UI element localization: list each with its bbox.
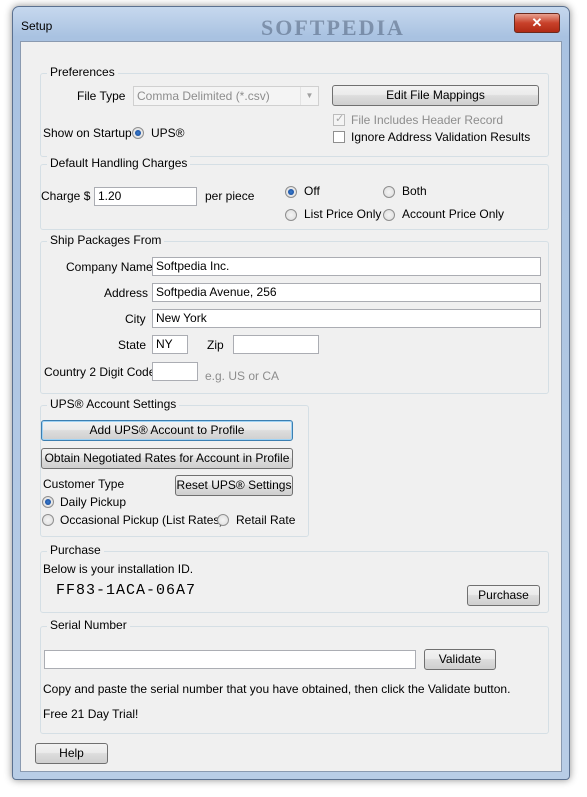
handling-charges-title: Default Handling Charges	[47, 156, 191, 170]
customer-type-label: Customer Type	[43, 477, 125, 491]
city-input[interactable]: New York	[152, 309, 541, 328]
add-ups-account-button[interactable]: Add UPS® Account to Profile	[41, 420, 293, 441]
country-code-hint: e.g. US or CA	[205, 369, 280, 383]
close-button[interactable]: ✕	[514, 13, 560, 33]
chevron-down-icon: ▼	[300, 87, 318, 105]
show-on-startup-label: Show on Startup	[43, 126, 132, 140]
daily-pickup-radio[interactable]	[42, 496, 54, 508]
ups-account-group: UPS® Account Settings Add UPS® Account t…	[40, 397, 309, 537]
setup-window: Setup SOFTPEDIA ✕ Preferences File Type …	[12, 6, 570, 780]
edit-file-mappings-button[interactable]: Edit File Mappings	[332, 85, 539, 106]
close-icon: ✕	[531, 15, 543, 30]
list-price-only-label: List Price Only	[304, 207, 382, 221]
installation-id: FF83-1ACA-06A7	[56, 582, 197, 599]
validate-button[interactable]: Validate	[424, 649, 496, 670]
free-trial-text: Free 21 Day Trial!	[43, 707, 139, 721]
preferences-title: Preferences	[47, 65, 118, 79]
title-bar[interactable]: Setup SOFTPEDIA ✕	[13, 7, 569, 41]
handling-both-radio[interactable]	[383, 186, 395, 198]
header-record-label: File Includes Header Record	[351, 113, 504, 127]
serial-number-title: Serial Number	[47, 618, 130, 632]
ups-account-title: UPS® Account Settings	[47, 397, 180, 411]
reset-ups-settings-button[interactable]: Reset UPS® Settings	[175, 475, 293, 496]
account-price-only-radio[interactable]	[383, 209, 395, 221]
list-price-only-radio[interactable]	[285, 209, 297, 221]
window-title: Setup	[21, 19, 53, 33]
city-label: City	[125, 312, 146, 326]
state-label: State	[118, 338, 147, 352]
address-label: Address	[104, 286, 149, 300]
softpedia-watermark: SOFTPEDIA	[261, 15, 405, 40]
checkmark-icon: ✓	[335, 113, 345, 125]
dialog-body: Preferences File Type Comma Delimited (*…	[20, 41, 562, 772]
company-name-input[interactable]: Softpedia Inc.	[152, 257, 541, 276]
help-button[interactable]: Help	[35, 743, 108, 764]
handling-charges-group: Default Handling Charges Charge $ 1.20 p…	[40, 156, 549, 230]
purchase-title: Purchase	[47, 543, 104, 557]
charge-input[interactable]: 1.20	[94, 187, 197, 206]
country-code-label: Country 2 Digit Code	[44, 365, 156, 379]
serial-instructions: Copy and paste the serial number that yo…	[43, 682, 511, 696]
state-input[interactable]: NY	[152, 335, 188, 354]
file-type-label: File Type	[77, 89, 126, 103]
retail-rate-label: Retail Rate	[236, 513, 296, 527]
company-name-label: Company Name	[66, 260, 153, 274]
occasional-pickup-radio[interactable]	[42, 514, 54, 526]
negotiated-rates-button[interactable]: Obtain Negotiated Rates for Account in P…	[41, 448, 293, 469]
ups-radio[interactable]	[132, 127, 144, 139]
purchase-button[interactable]: Purchase	[467, 585, 540, 606]
charge-label: Charge $	[41, 189, 91, 203]
purchase-group: Purchase Below is your installation ID. …	[40, 543, 549, 613]
file-type-value: Comma Delimited (*.csv)	[137, 89, 270, 103]
per-piece-label: per piece	[205, 189, 255, 203]
daily-pickup-label: Daily Pickup	[60, 495, 127, 509]
occasional-pickup-label: Occasional Pickup (List Rates)	[60, 513, 224, 527]
file-type-select[interactable]: Comma Delimited (*.csv) ▼	[133, 86, 319, 106]
address-input[interactable]: Softpedia Avenue, 256	[152, 283, 541, 302]
ship-from-title: Ship Packages From	[47, 233, 165, 247]
preferences-group: Preferences File Type Comma Delimited (*…	[40, 65, 549, 157]
handling-both-label: Both	[402, 184, 427, 198]
ups-radio-label: UPS®	[151, 126, 185, 140]
zip-input[interactable]	[233, 335, 319, 354]
retail-rate-radio[interactable]	[217, 514, 229, 526]
serial-number-input[interactable]	[44, 650, 416, 669]
installation-id-label: Below is your installation ID.	[43, 562, 194, 576]
handling-off-label: Off	[304, 184, 320, 198]
ignore-validation-label: Ignore Address Validation Results	[351, 130, 531, 144]
handling-off-radio[interactable]	[285, 186, 297, 198]
zip-label: Zip	[207, 338, 224, 352]
ship-from-group: Ship Packages From Company Name Softpedi…	[40, 233, 549, 394]
country-code-input[interactable]	[152, 362, 198, 381]
serial-number-group: Serial Number Validate Copy and paste th…	[40, 618, 549, 734]
account-price-only-label: Account Price Only	[402, 207, 505, 221]
ignore-validation-checkbox[interactable]	[333, 131, 345, 143]
header-record-checkbox[interactable]: ✓	[333, 113, 345, 126]
